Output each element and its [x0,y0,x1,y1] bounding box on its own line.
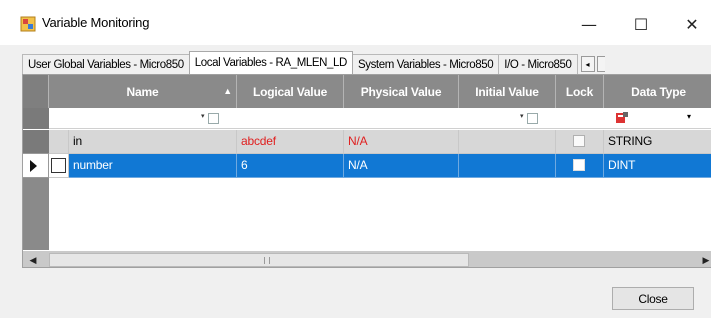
horizontal-scrollbar[interactable]: ◀ ▶ [23,251,711,267]
close-button[interactable]: Close [612,287,694,310]
table-row[interactable]: in abcdef N/A STRING [23,130,711,154]
column-header-lock[interactable]: Lock [556,75,604,108]
sort-ascending-icon: ▲ [223,86,232,96]
filter-row: ▾ ▾ ▾ [23,108,711,129]
cell-logical-value[interactable]: abcdef [237,130,344,154]
row-checkbox-cell [49,154,69,178]
title-bar: Variable Monitoring — ☐ ✕ [0,0,711,45]
header-corner [23,75,49,108]
tab-local-variables[interactable]: Local Variables - RA_MLEN_LD [188,51,353,74]
scrollbar-thumb[interactable] [49,253,469,267]
window-title: Variable Monitoring [42,15,150,30]
column-header-data-type[interactable]: Data Type [604,75,711,108]
row-header-empty [23,178,49,250]
row-header[interactable] [23,154,49,178]
filter-row-header [23,108,49,129]
column-header-name[interactable]: Name ▲ [49,75,237,108]
dropdown-arrow-icon: ▾ [201,113,205,120]
scrollbar-grip-icon [264,257,270,264]
cell-name[interactable]: in [69,130,237,154]
variable-grid: Name ▲ Logical Value Physical Value Init… [22,74,711,268]
tab-scroll-right-button[interactable] [596,56,605,72]
cell-physical-value[interactable]: N/A [344,130,459,154]
cell-initial-value[interactable] [459,130,556,154]
minimize-button[interactable]: — [566,8,612,40]
initial-value-filter-button[interactable]: ▾ [520,112,538,125]
row-header[interactable] [23,130,49,154]
data-type-filter-dropdown-icon[interactable]: ▾ [687,112,691,121]
lock-checkbox[interactable] [573,135,585,147]
data-type-filter-icon[interactable] [615,111,629,125]
lock-checkbox[interactable] [573,159,585,171]
cell-data-type[interactable]: STRING [604,130,711,154]
maximize-button[interactable]: ☐ [618,8,664,40]
cell-physical-value[interactable]: N/A [344,154,459,178]
cell-name[interactable]: number [69,154,237,178]
cell-lock[interactable] [556,130,604,154]
tab-scroll-left-button[interactable]: ◂ [580,56,595,72]
cell-initial-value[interactable] [459,154,556,178]
tab-strip: User Global Variables - Micro850 Local V… [22,51,711,74]
tab-system-variables[interactable]: System Variables - Micro850 [351,54,500,74]
scroll-left-button[interactable]: ◀ [26,254,40,266]
tab-user-global-variables[interactable]: User Global Variables - Micro850 [22,54,190,74]
cell-data-type[interactable]: DINT [604,154,711,178]
scroll-right-button[interactable]: ▶ [699,254,711,266]
filter-icon [527,113,538,124]
column-header-name-label: Name [126,84,159,99]
dropdown-arrow-icon: ▾ [520,113,524,120]
current-row-pointer-icon [30,160,37,172]
tab-io[interactable]: I/O - Micro850 [498,54,578,74]
column-header-physical-value[interactable]: Physical Value [344,75,459,108]
grid-empty-area [23,178,711,250]
table-row-selected[interactable]: number 6 N/A DINT [23,154,711,178]
name-filter-button[interactable]: ▾ [201,112,219,125]
cell-logical-value[interactable]: 6 [237,154,344,178]
close-window-button[interactable]: ✕ [669,8,711,40]
column-header-initial-value[interactable]: Initial Value [459,75,556,108]
cell-lock[interactable] [556,154,604,178]
column-header-logical-value[interactable]: Logical Value [237,75,344,108]
app-icon [20,16,36,32]
filter-icon [208,113,219,124]
row-checkbox-cell [49,130,69,154]
row-select-checkbox[interactable] [51,158,66,173]
